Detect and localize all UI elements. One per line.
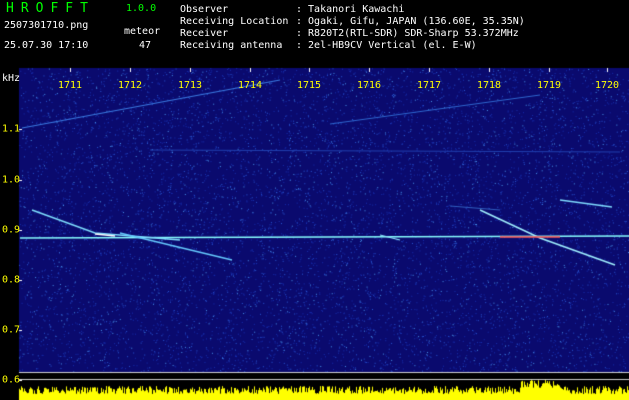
- info-value-location: : Ogaki, Gifu, JAPAN (136.60E, 35.35N): [296, 16, 525, 27]
- info-value-receiver: : R820T2(RTL-SDR) SDR-Sharp 53.372MHz: [296, 28, 519, 39]
- info-key-antenna: Receiving antenna: [180, 40, 283, 51]
- y-tick-label: 0.8: [2, 274, 21, 286]
- meteor-label: meteor: [124, 26, 161, 37]
- app-version: 1.0.0: [126, 3, 157, 14]
- meteor-count: 47: [139, 40, 152, 51]
- x-tick-label: 1720: [594, 80, 620, 91]
- x-tick-label: 1713: [177, 80, 203, 91]
- x-tick-label: 1716: [356, 80, 382, 91]
- info-value-antenna: : 2el-HB9CV Vertical (el. E-W): [296, 40, 477, 51]
- observation-datetime: 25.07.30 17:10: [4, 40, 89, 51]
- hrofft-window: HROFFT 1.0.0 2507301710.png 25.07.30 17:…: [0, 0, 629, 400]
- y-tick-label: 1.1: [2, 123, 21, 135]
- app-title: HROFFT: [6, 1, 95, 16]
- info-key-receiver: Receiver: [180, 28, 229, 39]
- file-name: 2507301710.png: [4, 20, 89, 31]
- y-axis-unit: kHz: [2, 73, 21, 84]
- y-tick-label: 1.0: [2, 174, 21, 186]
- info-key-location: Receiving Location: [180, 16, 289, 27]
- info-value-observer: : Takanori Kawachi: [296, 4, 405, 15]
- y-tick-label: 0.7: [2, 324, 21, 336]
- x-tick-label: 1719: [536, 80, 562, 91]
- x-tick-label: 1711: [57, 80, 83, 91]
- y-tick-label: 0.6: [2, 374, 21, 386]
- x-tick-label: 1712: [117, 80, 143, 91]
- x-tick-label: 1714: [237, 80, 263, 91]
- y-tick-label: 0.9: [2, 224, 21, 236]
- info-key-observer: Observer: [180, 4, 229, 15]
- x-tick-label: 1715: [296, 80, 322, 91]
- x-tick-label: 1718: [476, 80, 502, 91]
- spectrogram-canvas: [0, 0, 629, 400]
- x-tick-label: 1717: [416, 80, 442, 91]
